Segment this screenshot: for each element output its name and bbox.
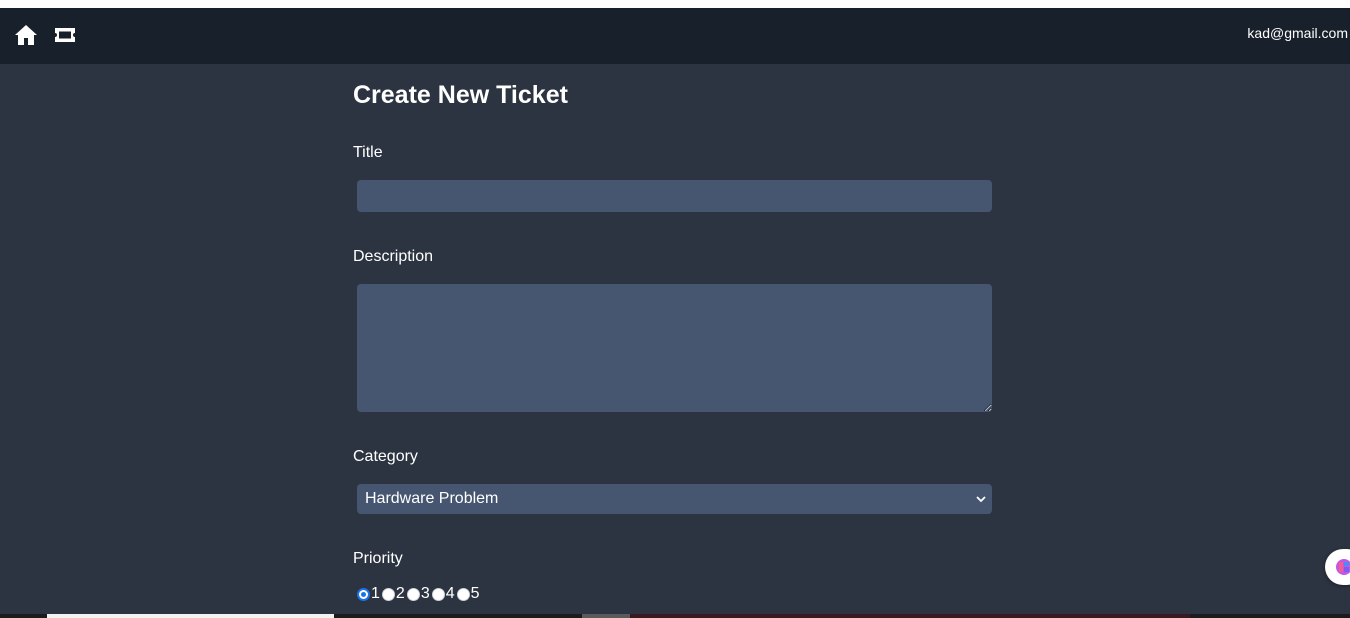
category-label: Category bbox=[353, 448, 418, 465]
title-input[interactable] bbox=[357, 180, 992, 212]
priority-radio-group: 1 2 3 4 5 bbox=[357, 584, 482, 604]
title-label: Title bbox=[353, 144, 383, 161]
user-email[interactable]: kad@gmail.com bbox=[1247, 25, 1348, 41]
ticket-icon[interactable] bbox=[53, 24, 77, 46]
priority-radio-1[interactable] bbox=[357, 587, 370, 601]
browser-top-strip bbox=[0, 0, 1350, 8]
taskbar-segment bbox=[47, 614, 334, 618]
priority-option-label: 1 bbox=[371, 585, 380, 602]
priority-label: Priority bbox=[353, 550, 403, 567]
description-textarea[interactable] bbox=[357, 284, 992, 412]
priority-radio-5[interactable] bbox=[456, 587, 470, 601]
taskbar-segment bbox=[630, 614, 1190, 618]
floating-assistant-button[interactable] bbox=[1325, 549, 1350, 585]
description-label: Description bbox=[353, 248, 434, 265]
priority-option-label: 2 bbox=[395, 585, 405, 602]
priority-radio-2[interactable] bbox=[381, 587, 395, 601]
home-icon[interactable] bbox=[14, 24, 38, 46]
priority-radio-4[interactable] bbox=[431, 587, 445, 601]
priority-radio-3[interactable] bbox=[406, 587, 420, 601]
taskbar-segment bbox=[582, 614, 630, 618]
priority-option-label: 3 bbox=[420, 585, 430, 602]
chevron-down-icon bbox=[976, 496, 986, 503]
page-title: Create New Ticket bbox=[353, 81, 568, 109]
category-select[interactable]: Hardware Problem bbox=[357, 484, 992, 514]
category-selected-value: Hardware Problem bbox=[365, 490, 499, 507]
assistant-icon bbox=[1336, 559, 1350, 575]
priority-option-label: 5 bbox=[470, 585, 480, 602]
priority-option-label: 4 bbox=[445, 585, 455, 602]
top-navbar: kad@gmail.com bbox=[0, 8, 1350, 64]
